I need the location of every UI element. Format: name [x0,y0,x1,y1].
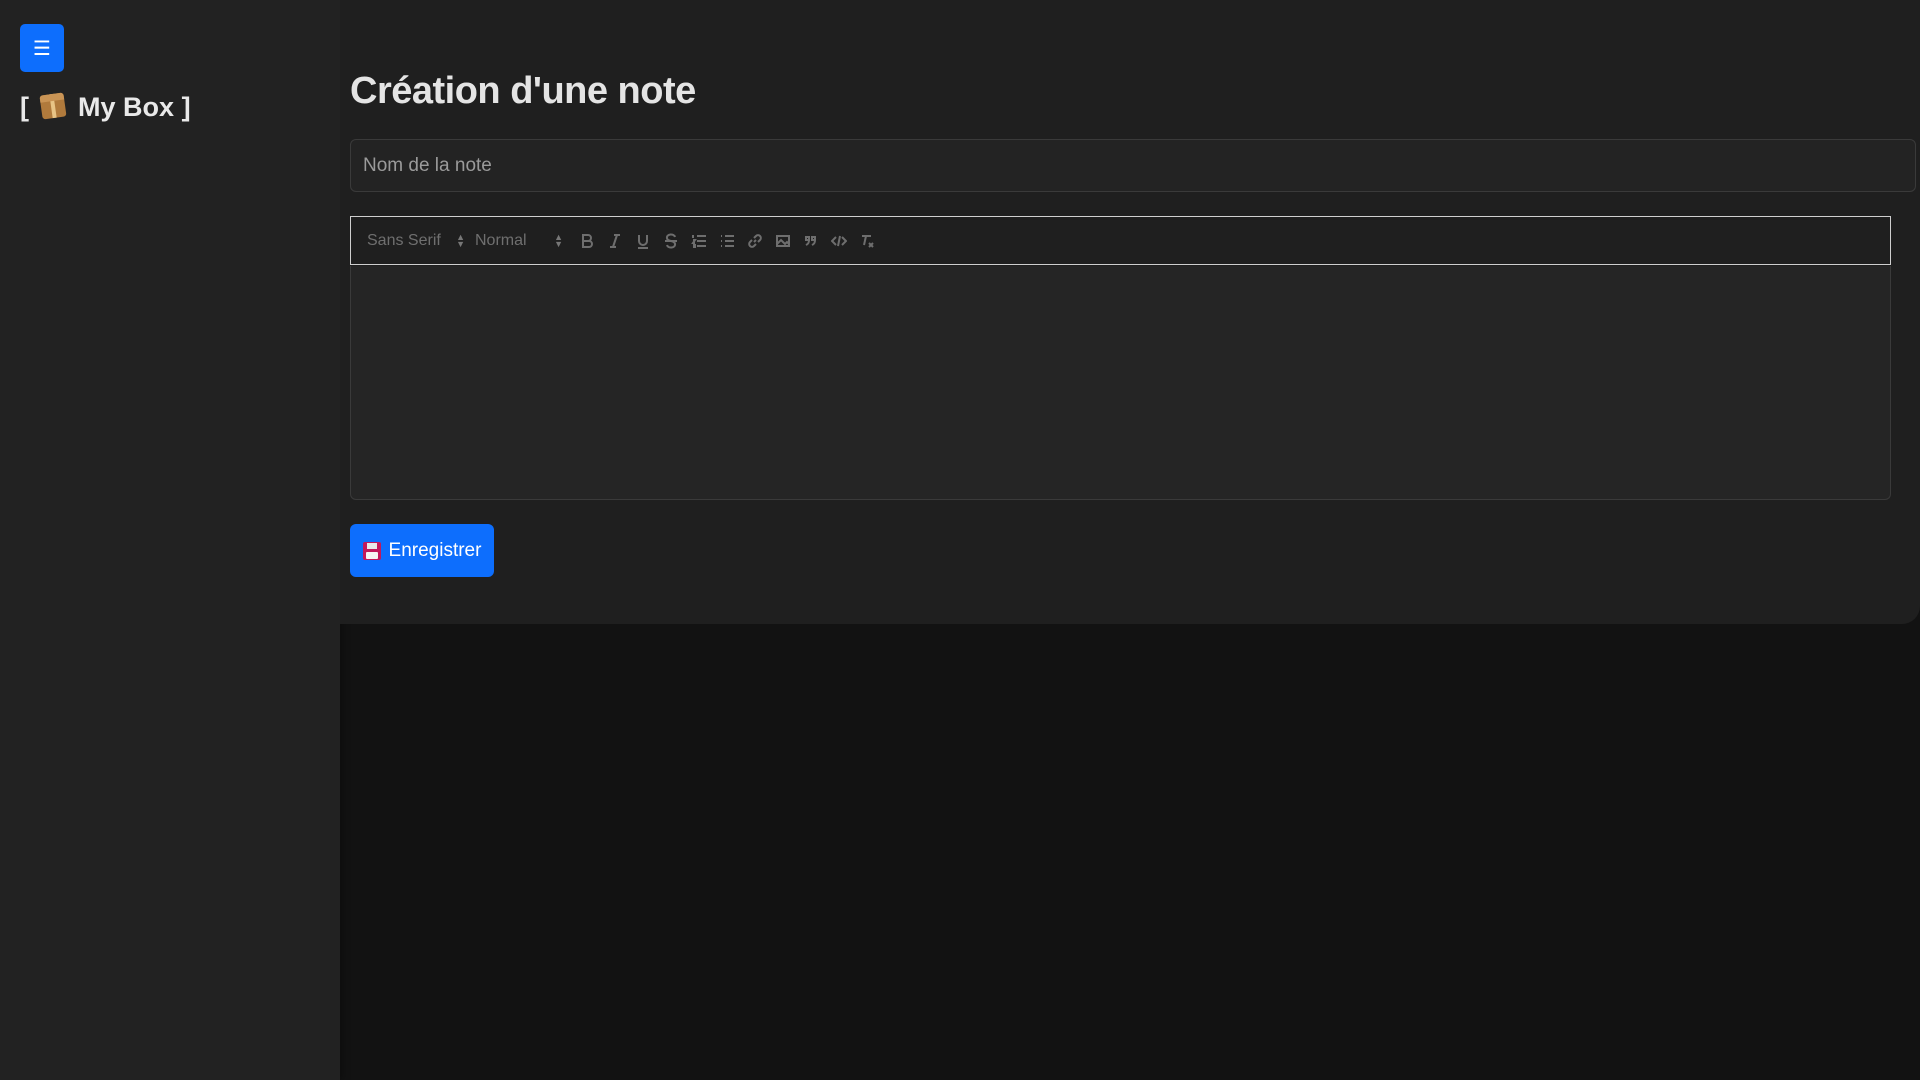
select-arrows-icon: ▲ ▼ [554,231,563,249]
underline-icon[interactable] [629,227,657,255]
save-button-label: Enregistrer [388,539,482,561]
brand-prefix: [ [20,92,29,122]
brand-name: My Box [78,92,175,122]
save-button[interactable]: Enregistrer [350,524,494,577]
font-size-value: Normal [475,231,527,249]
bullet-list-icon[interactable] [713,227,741,255]
font-family-value: Sans Serif [367,231,441,249]
ordered-list-icon[interactable] [685,227,713,255]
blockquote-icon[interactable] [797,227,825,255]
floppy-disk-icon [362,541,381,560]
note-editor[interactable] [350,266,1891,500]
code-icon[interactable] [825,227,853,255]
package-icon [38,92,67,120]
brand-title[interactable]: [ My Box ] [20,92,191,123]
italic-icon[interactable] [601,227,629,255]
sidebar: ☰ [ My Box ] [0,0,340,1080]
select-arrows-icon: ▲ ▼ [456,231,465,249]
page-title: Création d'une note [350,70,696,112]
image-icon[interactable] [769,227,797,255]
link-icon[interactable] [741,227,769,255]
editor-toolbar: Sans Serif ▲ ▼ Normal ▲ ▼ [350,216,1891,265]
clear-format-icon[interactable] [853,227,881,255]
note-name-input[interactable] [350,139,1916,192]
bold-icon[interactable] [573,227,601,255]
font-family-select[interactable]: Sans Serif ▲ ▼ [367,226,465,256]
menu-toggle-button[interactable]: ☰ [20,24,64,72]
strikethrough-icon[interactable] [657,227,685,255]
brand-suffix: ] [181,92,191,122]
font-size-select[interactable]: Normal ▲ ▼ [475,226,563,256]
